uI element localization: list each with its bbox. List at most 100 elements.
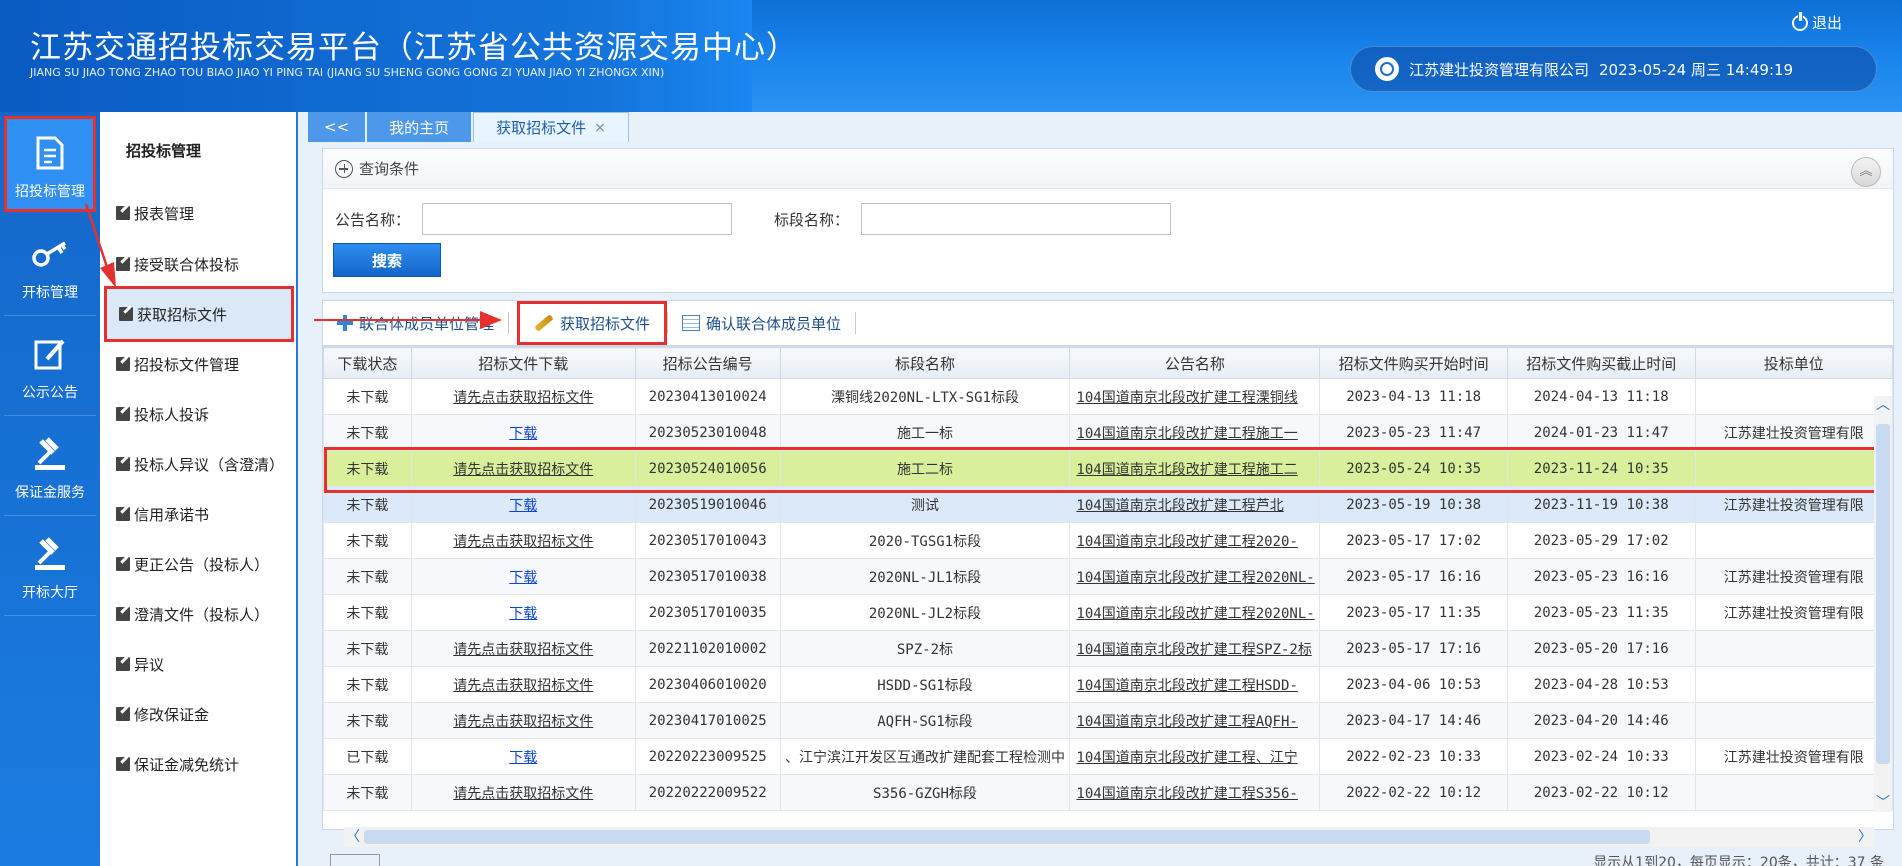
menu-item-modify-deposit[interactable]: 修改保证金 [104,688,294,740]
column-header[interactable]: 公告名称 [1069,347,1321,379]
edit-icon [116,657,130,671]
column-header[interactable]: 下载状态 [323,347,412,379]
column-header[interactable]: 标段名称 [779,347,1071,379]
get-file-link[interactable]: 请先点击获取招标文件 [453,462,593,478]
menu-item-report-management[interactable]: 报表管理 [104,187,294,239]
app-header: 江苏交通招投标交易平台（江苏省公共资源交易中心） JIANG SU JIAO T… [0,0,1902,112]
menu-item-label: 修改保证金 [134,705,210,724]
menu-item-bidder-complaint[interactable]: 投标人投诉 [104,388,294,440]
search-button[interactable]: 搜索 [333,243,441,277]
table-cell: 2024-04-13 11:18 [1506,378,1696,415]
download-link[interactable]: 下载 [509,498,537,514]
menu-item-accept-consortium[interactable]: 接受联合体投标 [104,238,294,290]
menu-item-credit-commitment[interactable]: 信用承诺书 [104,488,294,540]
get-file-link[interactable]: 请先点击获取招标文件 [453,390,593,406]
table-cell: 未下载 [323,450,412,487]
notice-link[interactable]: 104国道南京北段改扩建工程施工一 [1076,426,1297,442]
scroll-thumb[interactable] [1876,424,1890,764]
notice-link[interactable]: 104国道南京北段改扩建工程、江宁 [1076,750,1297,766]
tab-get-bidding-file[interactable]: 获取招标文件 × [473,112,629,142]
notice-link[interactable]: 104国道南京北段改扩建工程溧铜线 [1076,390,1297,406]
table-row[interactable]: 未下载 请先点击获取招标文件 20230524010056 施工二标 104国道南京北段… [323,450,1893,487]
module-bid-opening[interactable]: 开标管理 [4,220,96,316]
download-link[interactable]: 下载 [509,426,537,442]
tab-home[interactable]: 我的主页 [367,112,472,142]
download-link[interactable]: 下载 [509,750,537,766]
table-row[interactable]: 已下载 下载 20220223009525 、江宁滨江开发区互通改扩建配套工程检测中 1… [323,738,1893,775]
module-deposit-service[interactable]: 保证金服务 [4,420,96,516]
consortium-members-button[interactable]: 联合体成员单位管理 [323,301,508,345]
notice-link[interactable]: 104国道南京北段改扩建工程HSDD- [1076,678,1297,694]
menu-item-label: 保证金减免统计 [134,755,240,774]
get-file-link[interactable]: 请先点击获取招标文件 [453,534,593,550]
chevron-right-icon[interactable]: 〉 [1856,827,1874,847]
notice-link[interactable]: 104国道南京北段改扩建工程AQFH- [1076,714,1297,730]
column-header[interactable]: 招标公告编号 [634,347,781,379]
table-row[interactable]: 未下载 请先点击获取招标文件 20230417010025 AQFH-SG1标段 104… [323,702,1893,739]
notice-link[interactable]: 104国道南京北段改扩建工程S356- [1076,786,1297,802]
table-cell: 20230417010025 [634,702,781,739]
column-header[interactable]: 招标文件购买截止时间 [1506,347,1696,379]
get-bidding-file-button[interactable]: 获取招标文件 [517,301,668,345]
get-file-link[interactable]: 请先点击获取招标文件 [453,714,593,730]
notice-link[interactable]: 104国道南京北段改扩建工程2020NL- [1076,570,1314,586]
chevron-up-icon[interactable]: ︿ [1874,396,1892,414]
menu-item-deposit-reduction[interactable]: 保证金减免统计 [104,738,294,790]
table-row[interactable]: 未下载 下载 20230523010048 施工一标 104国道南京北段改扩建工程施工一… [323,414,1893,451]
table-cell: 2020NL-JL1标段 [779,558,1071,595]
menu-item-objection[interactable]: 异议 [104,638,294,690]
table-row[interactable]: 未下载 请先点击获取招标文件 20230517010043 2020-TGSG1标段 1… [323,522,1893,559]
column-header[interactable]: 招标文件购买开始时间 [1319,347,1508,379]
notice-link[interactable]: 104国道南京北段改扩建工程2020- [1076,534,1297,550]
table-cell: 已下载 [323,738,412,775]
download-link[interactable]: 下载 [509,570,537,586]
table-cell: 未下载 [323,414,412,451]
table-row[interactable]: 未下载 下载 20230519010046 测试 104国道南京北段改扩建工程芦北 202… [323,486,1893,523]
menu-item-label: 更正公告（投标人） [134,555,270,574]
module-bid-hall[interactable]: 开标大厅 [4,520,96,616]
menu-item-clarification-file[interactable]: 澄清文件（投标人） [104,588,294,640]
table-row[interactable]: 未下载 请先点击获取招标文件 20230406010020 HSDD-SG1标段 104… [323,666,1893,703]
download-link[interactable]: 下载 [509,606,537,622]
notice-link[interactable]: 104国道南京北段改扩建工程施工二 [1076,462,1297,478]
table-row[interactable]: 未下载 下载 20230517010038 2020NL-JL1标段 104国道南京北段… [323,558,1893,595]
logout-button[interactable]: 退出 [1792,11,1842,33]
query-header[interactable]: 查询条件 [323,149,1893,189]
horizontal-scrollbar[interactable]: 〈 〉 [344,827,1874,847]
menu-item-label: 投标人投诉 [134,405,210,424]
menu-item-get-bidding-file[interactable]: 获取招标文件 [104,286,294,342]
column-header[interactable]: 招标文件下载 [410,347,636,379]
table-cell: 104国道南京北段改扩建工程施工二 [1069,450,1321,487]
table-cell: 请先点击获取招标文件 [410,378,636,415]
notice-name-input[interactable] [422,203,733,235]
user-icon [1375,57,1399,81]
column-header[interactable]: 投标单位 [1694,347,1893,379]
get-file-link[interactable]: 请先点击获取招标文件 [453,678,593,694]
notice-link[interactable]: 104国道南京北段改扩建工程2020NL- [1076,606,1314,622]
document-icon [30,133,70,173]
get-file-link[interactable]: 请先点击获取招标文件 [453,642,593,658]
notice-link[interactable]: 104国道南京北段改扩建工程芦北 [1076,498,1283,514]
page-size-select[interactable] [330,854,380,866]
get-file-link[interactable]: 请先点击获取招标文件 [453,786,593,802]
close-icon[interactable]: × [594,120,606,136]
module-bidding-management[interactable]: 招投标管理 [4,116,96,212]
scroll-thumb[interactable] [364,830,1650,844]
menu-item-correction-notice[interactable]: 更正公告（投标人） [104,538,294,590]
section-name-input[interactable] [861,203,1172,235]
table-row[interactable]: 未下载 请先点击获取招标文件 20230413010024 溧铜线2020NL-LTX… [323,378,1893,415]
vertical-scrollbar[interactable]: ︿ ﹀ [1874,396,1892,812]
chevron-left-icon[interactable]: 〈 [344,827,362,847]
tab-scroll-back[interactable]: << [308,112,366,142]
table-row[interactable]: 未下载 请先点击获取招标文件 20221102010002 SPZ-2标 104国道南京… [323,630,1893,667]
confirm-consortium-button[interactable]: 确认联合体成员单位 [668,301,855,345]
table-row[interactable]: 未下载 下载 20230517010035 2020NL-JL2标段 104国道南京北段… [323,594,1893,631]
notice-link[interactable]: 104国道南京北段改扩建工程SPZ-2标 [1076,642,1311,658]
module-public-notice[interactable]: 公示公告 [4,320,96,416]
menu-item-bidder-objection[interactable]: 投标人异议（含澄清） [104,438,294,490]
menu-item-bid-file-management[interactable]: 招投标文件管理 [104,338,294,390]
collapse-button[interactable]: ︽ [1851,157,1881,187]
table-row[interactable]: 未下载 请先点击获取招标文件 20220222009522 S356-GZGH标段 10… [323,774,1893,811]
table-cell: 2022-02-23 10:33 [1319,738,1508,775]
chevron-down-icon[interactable]: ﹀ [1874,794,1892,812]
